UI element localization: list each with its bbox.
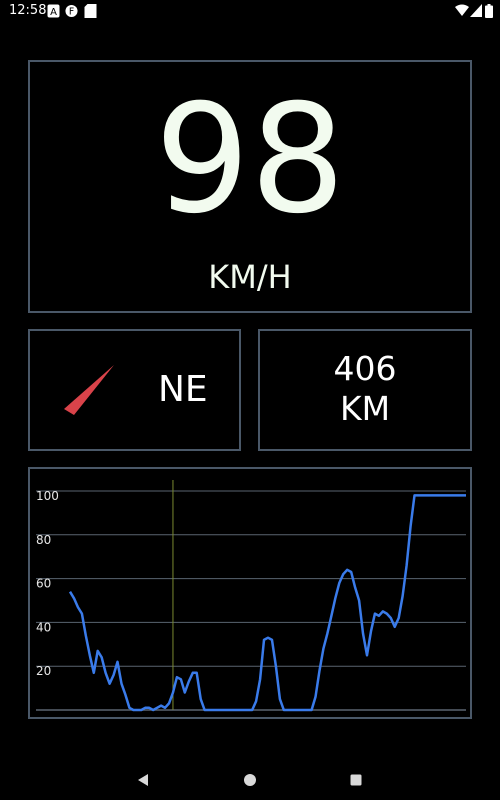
y-tick-label: 80	[36, 533, 51, 547]
recents-button-icon[interactable]	[347, 771, 365, 789]
y-tick-label: 60	[36, 577, 51, 591]
battery-icon	[485, 4, 493, 18]
status-time: 12:58	[9, 3, 47, 18]
svg-text:A: A	[50, 7, 57, 18]
compass-arrow-icon	[64, 365, 114, 415]
speed-chart-panel: 100 80 60 40 20	[28, 467, 472, 719]
speed-chart: 100 80 60 40 20	[36, 480, 466, 712]
back-button-icon[interactable]	[134, 771, 152, 789]
navigation-bar	[0, 760, 500, 800]
a-notification-icon: A	[47, 4, 60, 18]
heading-direction: NE	[158, 369, 208, 410]
distance-value: 406	[333, 349, 397, 388]
distance-panel: 406 KM	[258, 329, 472, 451]
distance-unit: KM	[339, 389, 391, 428]
y-tick-label: 100	[36, 489, 59, 503]
y-tick-label: 40	[36, 620, 51, 634]
sd-card-icon	[84, 4, 97, 18]
home-button-icon[interactable]	[241, 771, 259, 789]
f-notification-icon: F	[65, 4, 78, 18]
signal-icon	[470, 4, 482, 17]
speed-series-line	[68, 494, 466, 712]
wifi-icon	[455, 4, 469, 16]
speed-value: 98	[154, 73, 346, 247]
speed-unit: KM/H	[208, 258, 292, 296]
svg-text:F: F	[69, 7, 74, 18]
speed-panel: 98 KM/H	[28, 60, 472, 313]
y-tick-label: 20	[36, 664, 51, 678]
status-bar: 12:58 A F	[0, 0, 500, 24]
heading-panel: NE	[28, 329, 241, 451]
